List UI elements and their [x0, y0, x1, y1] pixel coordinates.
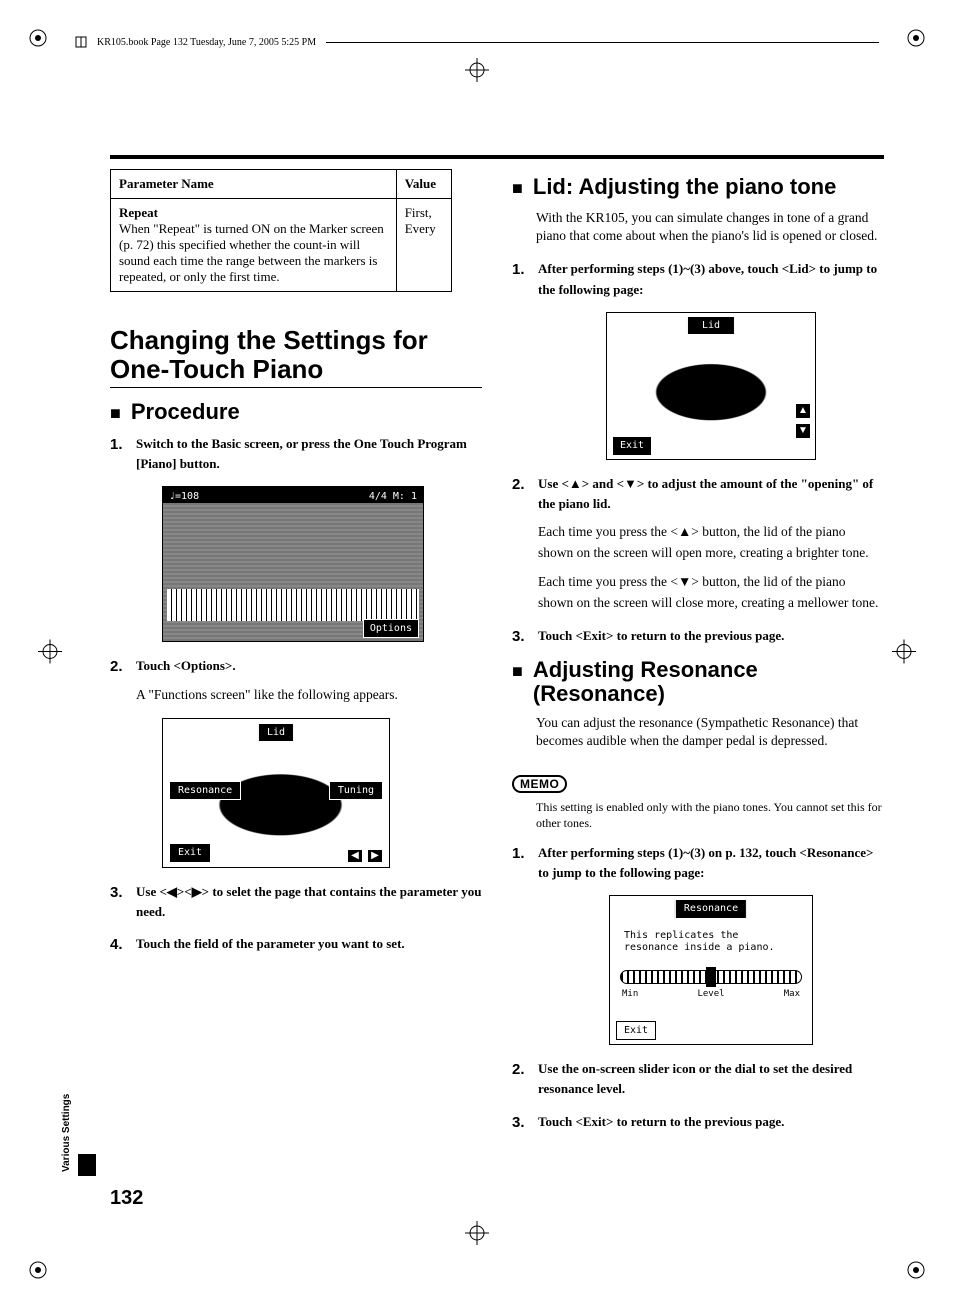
param-value: First, Every — [396, 199, 452, 292]
tuning-button[interactable]: Tuning — [329, 781, 383, 801]
level-label: Level — [697, 988, 724, 1002]
step-text: Touch the field of the parameter you wan… — [136, 934, 482, 954]
step-item: Use the on-screen slider icon or the dia… — [512, 1059, 884, 1099]
subsection-label: Adjusting Resonance (Resonance) — [533, 658, 884, 706]
step-item: After performing steps (1)~(3) on p. 132… — [512, 843, 884, 1045]
resonance-button[interactable]: Resonance — [169, 781, 241, 801]
step-item: Switch to the Basic screen, or press the… — [110, 434, 482, 642]
arrow-left-icon[interactable]: ◀ — [347, 849, 363, 863]
print-header-text: KR105.book Page 132 Tuesday, June 7, 200… — [97, 37, 316, 48]
resonance-intro: You can adjust the resonance (Sympatheti… — [536, 714, 884, 750]
param-name: Repeat — [119, 205, 388, 221]
exit-button[interactable]: Exit — [616, 1021, 656, 1041]
max-label: Max — [784, 988, 800, 1002]
crop-mark-icon — [28, 28, 48, 48]
crop-mark-icon — [28, 1260, 48, 1280]
step-item: Touch <Options>. A "Functions screen" li… — [110, 656, 482, 867]
registration-mark-icon — [892, 640, 916, 669]
lid-screen-figure: Lid ▲ ▼ Exit — [606, 312, 816, 460]
arrow-down-icon[interactable]: ▼ — [795, 423, 811, 439]
side-tab-label: Various Settings — [61, 1094, 72, 1172]
subsection-procedure: ■ Procedure — [110, 400, 482, 426]
meter-readout: 4/4 M: 1 — [369, 489, 417, 501]
table-header-value: Value — [396, 170, 452, 199]
exit-button[interactable]: Exit — [169, 843, 211, 863]
step-item: Use <◀><▶> to selet the page that contai… — [110, 882, 482, 922]
step-item: Touch <Exit> to return to the previous p… — [512, 1112, 884, 1132]
registration-mark-icon — [38, 640, 62, 669]
square-bullet-icon: ■ — [512, 175, 523, 201]
step-body: A "Functions screen" like the following … — [136, 685, 482, 706]
memo-text: This setting is enabled only with the pi… — [536, 799, 884, 831]
step-text: Use <▲> and <▼> to adjust the amount of … — [538, 474, 884, 514]
step-text: After performing steps (1)~(3) on p. 132… — [538, 843, 884, 883]
screen-title: Resonance — [675, 899, 747, 919]
step-body: Each time you press the <▼> button, the … — [538, 572, 884, 614]
subsection-resonance: ■ Adjusting Resonance (Resonance) — [512, 658, 884, 706]
step-item: Use <▲> and <▼> to adjust the amount of … — [512, 474, 884, 614]
step-body: Each time you press the <▲> button, the … — [538, 522, 884, 564]
step-text: Touch <Exit> to return to the previous p… — [538, 1112, 884, 1132]
options-button[interactable]: Options — [363, 619, 419, 639]
registration-mark-icon — [465, 1221, 489, 1250]
step-text: Use <◀><▶> to selet the page that contai… — [136, 882, 482, 922]
screen-description: This replicates the resonance inside a p… — [624, 930, 798, 954]
section-heading: Changing the Settings for One-Touch Pian… — [110, 326, 482, 383]
top-rule — [110, 155, 884, 159]
parameter-table: Parameter Name Value Repeat When "Repeat… — [110, 169, 452, 292]
section-rule — [110, 387, 482, 388]
param-description: When "Repeat" is turned ON on the Marker… — [119, 221, 388, 285]
basic-screen-figure: ♩=108 4/4 M: 1 Options — [162, 486, 424, 642]
arrow-right-icon[interactable]: ▶ — [367, 849, 383, 863]
piano-keys-icon — [167, 589, 419, 621]
min-label: Min — [622, 988, 638, 1002]
square-bullet-icon: ■ — [110, 400, 121, 426]
square-bullet-icon: ■ — [512, 658, 523, 684]
tempo-readout: ♩=108 — [169, 489, 199, 501]
step-item: After performing steps (1)~(3) above, to… — [512, 259, 884, 459]
step-text: Touch <Options>. — [136, 656, 482, 676]
arrow-up-icon[interactable]: ▲ — [795, 403, 811, 419]
functions-screen-figure: Lid Resonance Tuning Exit ◀ ▶ — [162, 718, 390, 868]
step-text: After performing steps (1)~(3) above, to… — [538, 259, 884, 299]
lid-intro: With the KR105, you can simulate changes… — [536, 209, 884, 245]
side-tab: Various Settings — [78, 1052, 94, 1172]
step-item: Touch <Exit> to return to the previous p… — [512, 626, 884, 646]
print-header: KR105.book Page 132 Tuesday, June 7, 200… — [75, 36, 879, 48]
side-tab-marker — [78, 1154, 96, 1176]
crop-mark-icon — [906, 1260, 926, 1280]
screen-title: Lid — [687, 316, 735, 336]
step-text: Touch <Exit> to return to the previous p… — [538, 626, 884, 646]
subsection-label: Procedure — [131, 400, 240, 424]
memo-badge: MEMO — [512, 775, 567, 793]
book-icon — [75, 36, 87, 48]
subsection-lid: ■ Lid: Adjusting the piano tone — [512, 175, 884, 201]
lid-button[interactable]: Lid — [258, 723, 294, 743]
table-header-param: Parameter Name — [111, 170, 397, 199]
piano-image-icon — [617, 335, 805, 439]
crop-mark-icon — [906, 28, 926, 48]
exit-button[interactable]: Exit — [612, 436, 652, 456]
table-row: Repeat When "Repeat" is turned ON on the… — [111, 199, 452, 292]
step-text: Switch to the Basic screen, or press the… — [136, 434, 482, 474]
slider-knob-icon[interactable] — [706, 967, 716, 987]
page-number: 132 — [110, 1187, 143, 1210]
resonance-screen-figure: Resonance This replicates the resonance … — [609, 895, 813, 1045]
registration-mark-icon — [465, 58, 489, 87]
subsection-label: Lid: Adjusting the piano tone — [533, 175, 836, 199]
step-text: Use the on-screen slider icon or the dia… — [538, 1059, 884, 1099]
step-item: Touch the field of the parameter you wan… — [110, 934, 482, 954]
